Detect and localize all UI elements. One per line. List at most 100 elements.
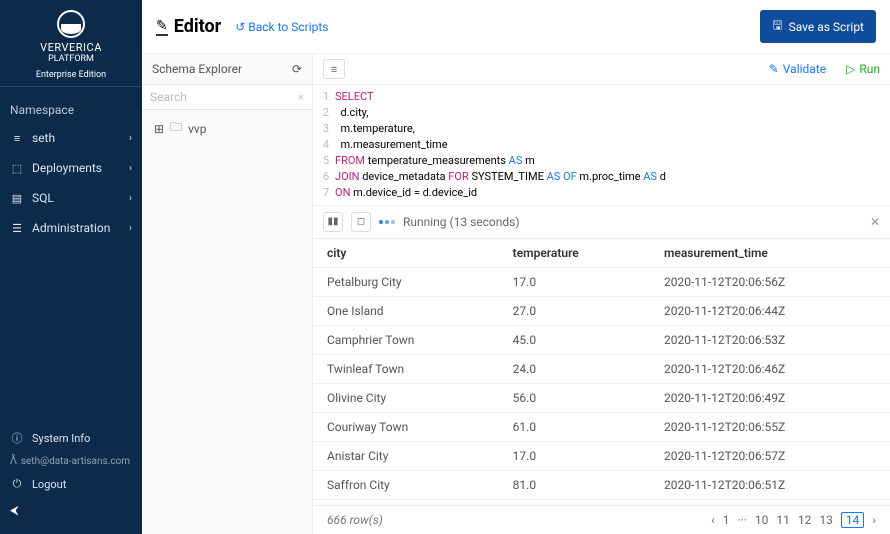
table-cell: 56.0	[499, 383, 650, 412]
chevron-right-icon: ›	[129, 133, 132, 144]
table-cell: 24.0	[499, 354, 650, 383]
play-icon: ▷	[846, 62, 855, 76]
loading-spinner-icon	[379, 220, 395, 224]
table-cell: 2020-11-12T20:06:44Z	[650, 296, 890, 325]
close-results-button[interactable]: ✕	[870, 215, 880, 229]
column-header[interactable]: measurement_time	[650, 239, 890, 268]
result-status-bar: ▮▮ ◻ Running (13 seconds) ✕	[313, 206, 890, 239]
topbar: ✎ Editor ↺ Back to Scripts 🖫 Save as Scr…	[142, 0, 890, 54]
save-as-script-button[interactable]: 🖫 Save as Script	[760, 10, 876, 43]
expand-icon: ⊞	[154, 122, 164, 136]
table-cell: Twinleaf Town	[313, 354, 499, 383]
table-cell: One Island	[313, 296, 499, 325]
table-cell: 17.0	[499, 267, 650, 296]
table-cell: 2020-11-12T20:06:53Z	[650, 325, 890, 354]
format-button[interactable]: ≡	[323, 59, 345, 79]
page-13[interactable]: 13	[819, 513, 833, 527]
back-to-scripts-link[interactable]: ↺ Back to Scripts	[235, 20, 328, 34]
column-header[interactable]: temperature	[499, 239, 650, 268]
table-cell: 27.0	[499, 296, 650, 325]
collapse-sidebar-button[interactable]: ⮜	[0, 497, 142, 524]
reload-icon[interactable]: ⟳	[292, 62, 302, 76]
administration-icon: ☰	[10, 222, 24, 235]
page-14[interactable]: 14	[841, 512, 865, 528]
table-cell: 17.0	[499, 441, 650, 470]
table-cell: 2020-11-12T20:06:57Z	[650, 441, 890, 470]
validate-button[interactable]: ✎ Validate	[769, 62, 826, 76]
sql-icon: ▤	[10, 192, 24, 205]
page-prev[interactable]: ‹	[711, 513, 715, 527]
brand-sub: PLATFORM	[0, 54, 142, 64]
brand-block: VERVERICA PLATFORM Enterprise Edition	[0, 0, 142, 93]
sidebar-item-deployments[interactable]: ⬚ Deployments ›	[0, 153, 142, 183]
table-cell: 61.0	[499, 412, 650, 441]
results-table: citytemperaturemeasurement_time Petalbur…	[313, 239, 890, 505]
user-email: ᐰseth@data-artisans.com	[0, 452, 142, 471]
table-cell: Camphrier Town	[313, 325, 499, 354]
sidebar: VERVERICA PLATFORM Enterprise Edition Na…	[0, 0, 142, 534]
table-row[interactable]: Couriway Town61.02020-11-12T20:06:55Z	[313, 412, 890, 441]
clear-search-icon[interactable]: ×	[298, 90, 304, 104]
table-cell: 45.0	[499, 325, 650, 354]
brand-edition: Enterprise Edition	[0, 70, 142, 87]
table-row[interactable]: Olivine City56.02020-11-12T20:06:49Z	[313, 383, 890, 412]
table-row[interactable]: Anistar City17.02020-11-12T20:06:57Z	[313, 441, 890, 470]
page-12[interactable]: 12	[798, 513, 812, 527]
page-11[interactable]: 11	[776, 513, 790, 527]
table-row[interactable]: Petalburg City17.02020-11-12T20:06:56Z	[313, 267, 890, 296]
sidebar-item-label: SQL	[32, 191, 54, 205]
table-cell: Olivine City	[313, 383, 499, 412]
sidebar-item-system-info[interactable]: ⓘ System Info	[0, 424, 142, 452]
chevron-right-icon: ›	[129, 163, 132, 174]
sidebar-item-logout[interactable]: ⏻ Logout	[0, 471, 142, 497]
pause-button[interactable]: ▮▮	[323, 212, 343, 232]
sidebar-item-label: Logout	[32, 478, 66, 491]
folder-icon: 🗀	[170, 118, 182, 139]
sidebar-item-sql[interactable]: ▤ SQL ›	[0, 183, 142, 213]
sql-editor[interactable]: 1234567 SELECT d.city, m.temperature, m.…	[313, 85, 890, 206]
sidebar-item-label: seth	[32, 131, 55, 145]
table-cell: 2020-11-12T20:06:46Z	[650, 354, 890, 383]
page-title: Editor	[174, 16, 221, 37]
deployments-icon: ⬚	[10, 162, 24, 175]
page-dots: ···	[737, 513, 746, 527]
page-1[interactable]: 1	[723, 513, 730, 527]
namespace-label: Namespace	[0, 93, 142, 123]
run-button[interactable]: ▷ Run	[846, 62, 880, 76]
table-cell: Couriway Town	[313, 412, 499, 441]
schema-search-input[interactable]: Search ×	[142, 84, 312, 110]
schema-explorer-panel: Schema Explorer ⟳ Search × ⊞ 🗀 vvp	[142, 54, 313, 534]
brand-name: VERVERICA	[0, 42, 142, 54]
table-cell: Anistar City	[313, 441, 499, 470]
info-icon: ⓘ	[10, 430, 24, 446]
page-next[interactable]: ›	[872, 513, 876, 527]
table-row[interactable]: Twinleaf Town24.02020-11-12T20:06:46Z	[313, 354, 890, 383]
table-cell: 2020-11-12T20:06:55Z	[650, 412, 890, 441]
table-cell: 2020-11-12T20:06:49Z	[650, 383, 890, 412]
logout-icon: ⏻	[10, 477, 24, 491]
page-10[interactable]: 10	[755, 513, 769, 527]
sidebar-item-namespace-seth[interactable]: ≡ seth ›	[0, 123, 142, 153]
table-row[interactable]: One Island27.02020-11-12T20:06:44Z	[313, 296, 890, 325]
stop-button[interactable]: ◻	[351, 212, 371, 232]
save-icon: 🖫	[772, 16, 782, 37]
chevron-right-icon: ›	[129, 223, 132, 234]
edit-icon: ✎	[156, 18, 168, 36]
row-count: 666 row(s)	[327, 513, 383, 527]
magic-icon: ✎	[769, 62, 779, 76]
table-row[interactable]: Saffron City81.02020-11-12T20:06:51Z	[313, 470, 890, 499]
table-row[interactable]: Camphrier Town45.02020-11-12T20:06:53Z	[313, 325, 890, 354]
schema-tree-item-vvp[interactable]: ⊞ 🗀 vvp	[154, 118, 300, 139]
list-icon: ≡	[10, 132, 24, 145]
sidebar-item-administration[interactable]: ☰ Administration ›	[0, 213, 142, 243]
sidebar-item-label: Administration	[32, 221, 110, 235]
chevron-right-icon: ›	[129, 193, 132, 204]
table-cell: 2020-11-12T20:06:51Z	[650, 470, 890, 499]
schema-explorer-title: Schema Explorer	[152, 62, 242, 76]
sidebar-item-label: System Info	[32, 432, 90, 445]
sidebar-item-label: Deployments	[32, 161, 102, 175]
table-cell: 2020-11-12T20:06:56Z	[650, 267, 890, 296]
status-text: Running (13 seconds)	[403, 215, 520, 229]
back-icon: ↺	[235, 20, 245, 34]
column-header[interactable]: city	[313, 239, 499, 268]
